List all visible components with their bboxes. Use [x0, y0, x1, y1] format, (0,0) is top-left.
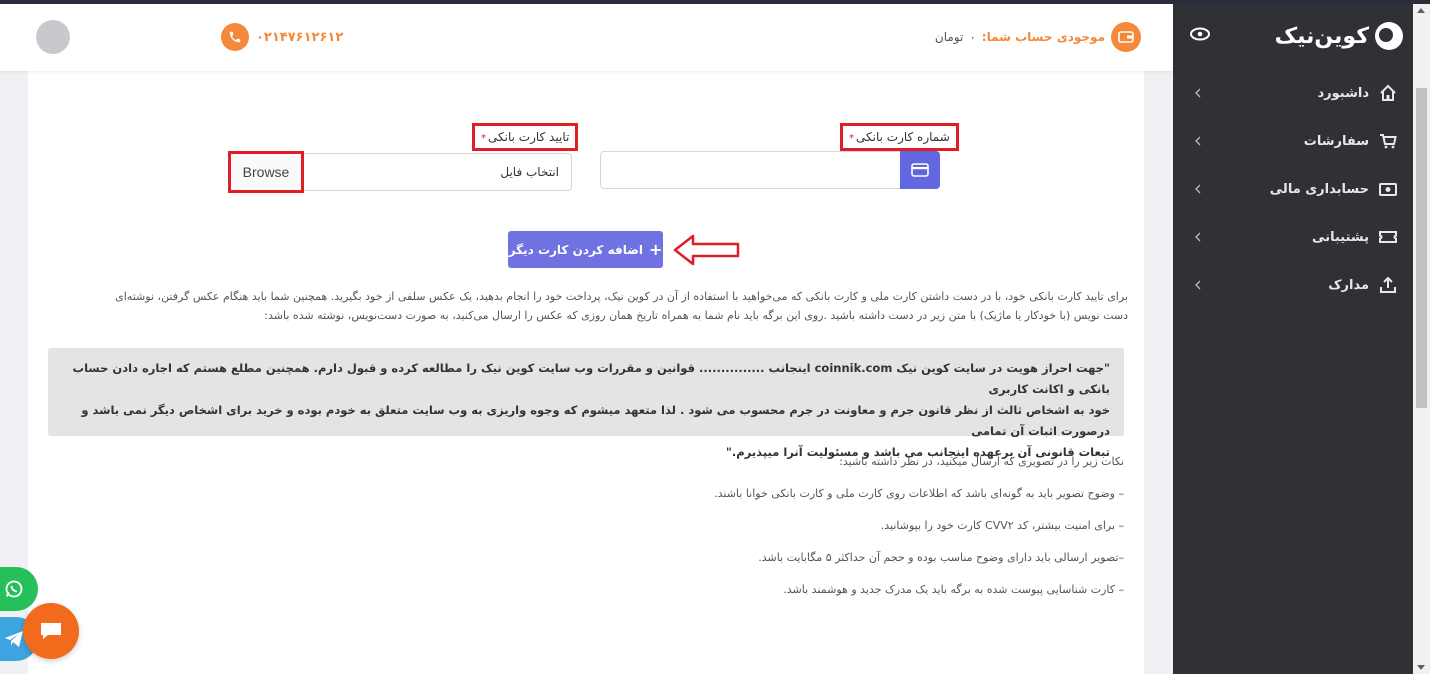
chevron-left-icon: [1195, 232, 1201, 242]
sidebar-item-label: مدارک: [1328, 277, 1369, 293]
account-balance: موجودی حساب شما: ۰ تومان: [935, 22, 1141, 52]
scrollbar-thumb[interactable]: [1416, 88, 1427, 408]
card-verify-label: تایید کارت بانکی*: [472, 123, 579, 151]
sidebar-item-support[interactable]: پشتیبانی: [1173, 213, 1413, 261]
quote-line: خود به اشخاص ثالث از نظر قانون جرم و معا…: [81, 403, 1110, 438]
upload-icon: [1377, 274, 1399, 296]
instructions-line: دست نویس (با خودکار یا ماژیک) با متن زیر…: [264, 309, 1128, 322]
card-icon-button[interactable]: [900, 151, 940, 189]
file-input-placeholder: انتخاب فایل: [500, 165, 559, 179]
cart-icon: [1377, 130, 1399, 152]
sidebar-nav: داشبورد سفارشات حسابداری مالی پشتیبانی م…: [1173, 69, 1413, 309]
chevron-left-icon: [1195, 88, 1201, 98]
chevron-left-icon: [1195, 184, 1201, 194]
sidebar-item-label: پشتیبانی: [1312, 229, 1369, 245]
sidebar-item-label: سفارشات: [1303, 133, 1369, 149]
page-scrollbar[interactable]: [1413, 4, 1430, 674]
balance-unit: تومان: [934, 30, 964, 44]
main-content: شماره کارت بانکی* تایید کارت بانکی* انتخ…: [28, 71, 1144, 674]
note-item: – کارت شناسایی پیوست شده به برگه باید یک…: [783, 583, 1124, 596]
instructions-text: برای تایید کارت بانکی خود، با در دست داش…: [40, 287, 1128, 325]
add-card-button[interactable]: + اضافه کردن کارت دیگر: [508, 231, 663, 268]
sidebar-item-label: داشبورد: [1317, 85, 1369, 101]
browse-button[interactable]: Browse: [228, 151, 304, 193]
card-number-label-text: شماره کارت بانکی: [856, 130, 950, 144]
scroll-up-arrow-icon[interactable]: [1417, 8, 1425, 13]
live-chat-button[interactable]: [23, 603, 79, 659]
balance-label: موجودی حساب شما:: [981, 30, 1105, 44]
plus-icon: +: [648, 240, 663, 259]
whatsapp-icon: [5, 580, 23, 598]
phone-icon[interactable]: [221, 23, 249, 51]
sidebar: کوین‌نیک داشبورد سفارشات حسابداری مالی: [1173, 4, 1413, 674]
money-icon: [1377, 178, 1399, 200]
telegram-icon: [5, 631, 23, 647]
quote-line: "جهت احراز هویت در سایت کوین نیک coinnik…: [72, 361, 1110, 396]
wallet-icon: [1111, 22, 1141, 52]
support-phone[interactable]: ۰۲۱۴۷۶۱۲۶۱۲: [256, 30, 343, 45]
balance-value: ۰: [969, 30, 976, 44]
top-header: ۰۲۱۴۷۶۱۲۶۱۲ موجودی حساب شما: ۰ تومان: [0, 4, 1173, 71]
required-mark: *: [849, 133, 854, 144]
chat-bubble-icon: [41, 623, 61, 639]
commitment-quote: "جهت احراز هویت در سایت کوین نیک coinnik…: [48, 348, 1124, 459]
logo-mark-icon: [1375, 22, 1403, 50]
chevron-left-icon: [1195, 136, 1201, 146]
notes-list: نکات زیر را در تصویری که ارسال میکنید، د…: [68, 455, 1124, 615]
logo-text: کوین‌نیک: [1274, 23, 1369, 49]
sidebar-item-documents[interactable]: مدارک: [1173, 261, 1413, 309]
sidebar-item-label: حسابداری مالی: [1269, 181, 1369, 197]
card-number-label: شماره کارت بانکی*: [840, 123, 959, 151]
add-card-button-label: اضافه کردن کارت دیگر: [508, 242, 643, 257]
note-item: –تصویر ارسالی باید دارای وضوح مناسب بوده…: [758, 551, 1124, 564]
card-verify-label-text: تایید کارت بانکی: [488, 130, 570, 144]
scroll-down-arrow-icon[interactable]: [1417, 665, 1425, 670]
eye-icon[interactable]: [1189, 27, 1211, 41]
sidebar-item-accounting[interactable]: حسابداری مالی: [1173, 165, 1413, 213]
required-mark: *: [481, 133, 486, 144]
instructions-line: برای تایید کارت بانکی خود، با در دست داش…: [115, 290, 1128, 303]
sidebar-item-dashboard[interactable]: داشبورد: [1173, 69, 1413, 117]
notes-title: نکات زیر را در تصویری که ارسال میکنید، د…: [839, 455, 1124, 468]
chevron-left-icon: [1195, 280, 1201, 290]
sidebar-item-orders[interactable]: سفارشات: [1173, 117, 1413, 165]
logo[interactable]: کوین‌نیک: [1275, 22, 1403, 50]
credit-card-icon: [911, 163, 929, 177]
home-icon: [1377, 82, 1399, 104]
red-arrow-annotation-icon: [673, 234, 740, 266]
note-item: – برای امنیت بیشتر، کد CVV۲ کارت خود را …: [880, 519, 1124, 532]
card-number-input[interactable]: [600, 151, 900, 189]
avatar[interactable]: [36, 20, 70, 54]
note-item: – وضوح تصویر باید به گونه‌ای باشد که اطل…: [714, 487, 1124, 500]
ticket-icon: [1377, 226, 1399, 248]
